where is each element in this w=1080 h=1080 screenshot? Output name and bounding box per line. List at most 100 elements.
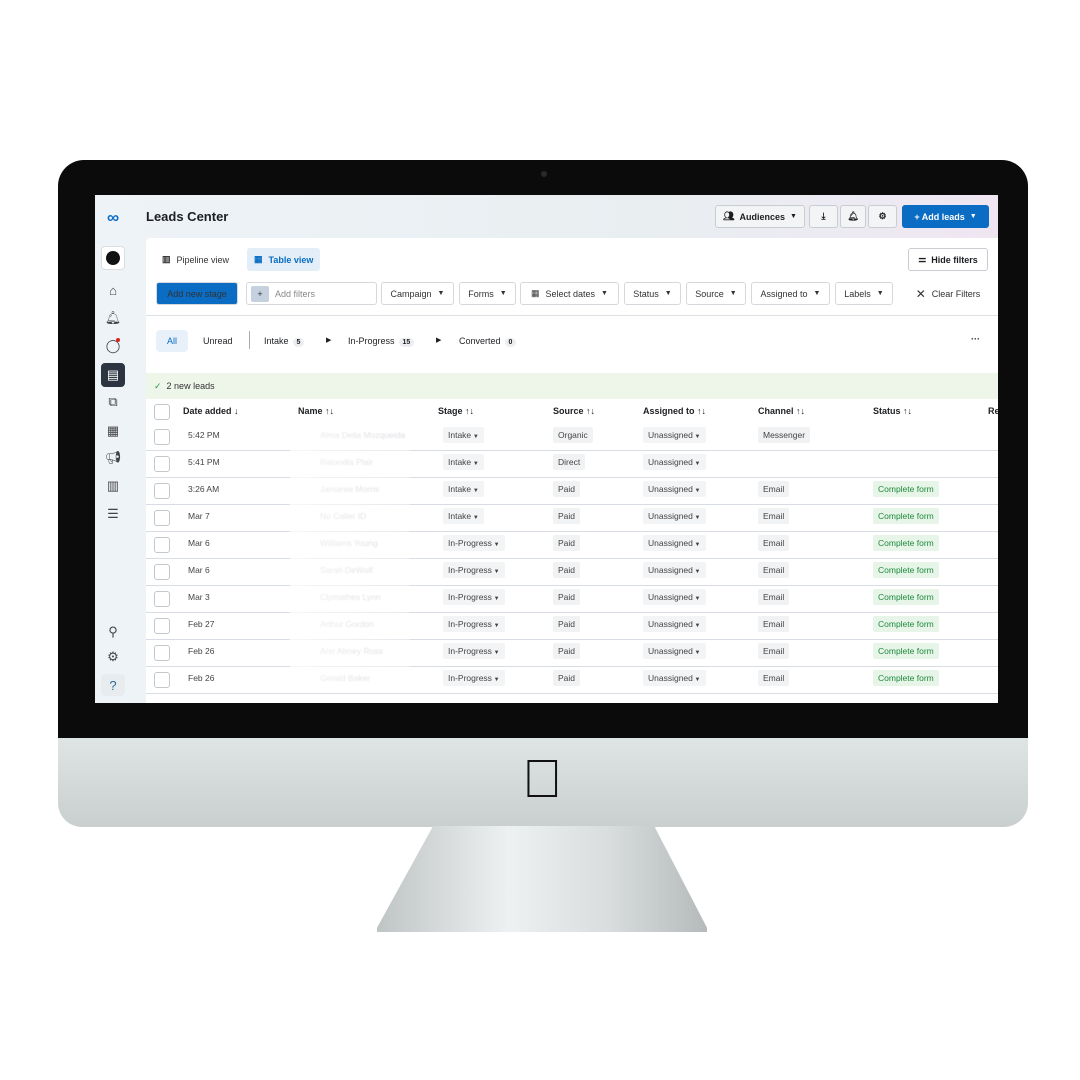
column-stage[interactable]: Stage ↑↓ (438, 406, 474, 416)
stage-select[interactable]: Intake (448, 511, 471, 521)
assigned-select[interactable]: Unassigned (648, 592, 693, 602)
column-name[interactable]: Name ↑↓ (298, 406, 334, 416)
lead-name[interactable]: No Caller ID (320, 511, 366, 521)
row-checkbox[interactable] (154, 672, 170, 688)
add-filters-input[interactable]: + Add filters (246, 282, 377, 305)
assigned-select[interactable]: Unassigned (648, 565, 693, 575)
notifications-button[interactable]: 🔔︎ (840, 205, 866, 228)
assigned-select[interactable]: Unassigned (648, 619, 693, 629)
table-row[interactable]: Feb 26 Ann Abney Ross In-Progress ▼ Paid Una… (146, 640, 998, 667)
row-checkbox[interactable] (154, 429, 170, 445)
stage-select[interactable]: Intake (448, 430, 471, 440)
assigned-to-filter[interactable]: Assigned to ▼ (751, 282, 830, 305)
select-all-checkbox[interactable] (154, 404, 170, 420)
table-row[interactable]: 3:26 AM Jamaree Morris Intake ▼ Paid Unassig… (146, 478, 998, 505)
column-channel[interactable]: Channel ↑↓ (758, 406, 805, 416)
stage-select[interactable]: In-Progress (448, 646, 492, 656)
table-row[interactable]: Mar 3 Clymathes Lynn In-Progress ▼ Paid Unas… (146, 586, 998, 613)
table-row[interactable]: Mar 6 Sarah DeWolf In-Progress ▼ Paid Unassi… (146, 559, 998, 586)
row-checkbox[interactable] (154, 456, 170, 472)
settings-button[interactable]: ⚙ (868, 205, 897, 228)
megaphone-icon[interactable]: 📢︎ (101, 447, 125, 469)
assigned-select[interactable]: Unassigned (648, 457, 693, 467)
forms-filter[interactable]: Forms ▼ (459, 282, 516, 305)
pages-icon[interactable]: ⧉ (101, 391, 125, 413)
chat-icon[interactable]: ◯ (101, 335, 125, 357)
table-row[interactable]: Mar 6 Williams Young In-Progress ▼ Paid Unas… (146, 532, 998, 559)
table-icon[interactable]: ▦ (101, 420, 125, 442)
lead-name[interactable]: Sarah DeWolf (320, 565, 373, 575)
column-date-added[interactable]: Date added ↓ (183, 406, 239, 416)
stage-select[interactable]: In-Progress (448, 619, 492, 629)
more-options-button[interactable]: ··· (971, 334, 980, 344)
search-icon[interactable]: ⚲ (101, 621, 125, 643)
tab-unread[interactable]: Unread (203, 336, 233, 346)
row-checkbox[interactable] (154, 564, 170, 580)
table-row[interactable]: 5:41 PM Ralondia Plair Intake ▼ Direct Unass… (146, 451, 998, 478)
column-source[interactable]: Source ↑↓ (553, 406, 595, 416)
source-tag-cell: Paid (553, 589, 581, 605)
table-row[interactable]: Feb 27 Arthur Gordon In-Progress ▼ Paid Unas… (146, 613, 998, 640)
lead-name[interactable]: Ralondia Plair (320, 457, 373, 467)
leads-icon[interactable]: ▤ (101, 363, 125, 387)
tab-in-progress[interactable]: In-Progress 15 (348, 336, 415, 347)
settings-icon[interactable]: ⚙ (101, 646, 125, 668)
assigned-select[interactable]: Unassigned (648, 511, 693, 521)
column-assigned-to[interactable]: Assigned to ↑↓ (643, 406, 706, 416)
tab-converted[interactable]: Converted 0 (459, 336, 517, 347)
lead-name[interactable]: Arthur Gordon (320, 619, 374, 629)
bell-icon[interactable]: 🔔︎ (101, 307, 125, 329)
stage-select[interactable]: In-Progress (448, 565, 492, 575)
labels-filter[interactable]: Labels ▼ (835, 282, 893, 305)
table-row[interactable]: Mar 7 No Caller ID Intake ▼ Paid Unassigned … (146, 505, 998, 532)
tab-all[interactable]: All (156, 330, 188, 352)
row-checkbox[interactable] (154, 618, 170, 634)
stage-select[interactable]: In-Progress (448, 673, 492, 683)
assigned-select[interactable]: Unassigned (648, 430, 693, 440)
account-avatar[interactable] (101, 246, 125, 270)
lead-name[interactable]: Jamaree Morris (320, 484, 379, 494)
table-view-tab[interactable]: ▦ Table view (247, 248, 321, 271)
table-row[interactable]: 5:42 PM Alma Delia Mozqueida Intake ▼ Organ… (146, 424, 998, 451)
row-checkbox[interactable] (154, 645, 170, 661)
stage-select[interactable]: Intake (448, 484, 471, 494)
row-checkbox[interactable] (154, 510, 170, 526)
table-row[interactable]: Feb 26 Gerald Baker In-Progress ▼ Paid Unass… (146, 667, 998, 694)
stage-select[interactable]: Intake (448, 457, 471, 467)
audiences-button[interactable]: 👥︎ Audiences ▼ (715, 205, 805, 228)
hide-filters-button[interactable]: ⚌ Hide filters (908, 248, 988, 271)
assigned-select[interactable]: Unassigned (648, 538, 693, 548)
status-filter[interactable]: Status ▼ (624, 282, 681, 305)
help-icon[interactable]: ? (101, 674, 125, 696)
column-status[interactable]: Status ↑↓ (873, 406, 912, 416)
assigned-select[interactable]: Unassigned (648, 673, 693, 683)
assigned-select[interactable]: Unassigned (648, 484, 693, 494)
pipeline-view-tab[interactable]: ▥ Pipeline view (156, 248, 235, 271)
menu-icon[interactable]: ☰ (101, 503, 125, 525)
add-new-stage-button[interactable]: Add new stage (156, 282, 238, 305)
lead-name[interactable]: Ann Abney Ross (320, 646, 383, 656)
home-icon[interactable]: ⌂ (101, 279, 125, 301)
campaign-filter[interactable]: Campaign ▼ (381, 282, 454, 305)
tab-intake[interactable]: Intake 5 (264, 336, 305, 347)
source-tag: Paid (553, 508, 581, 524)
meta-logo-icon[interactable]: ∞ (101, 207, 125, 229)
stage-select[interactable]: In-Progress (448, 592, 492, 602)
status-badge: Complete form (873, 670, 939, 686)
assigned-select[interactable]: Unassigned (648, 646, 693, 656)
lead-name[interactable]: Clymathes Lynn (320, 592, 381, 602)
lead-name[interactable]: Williams Young (320, 538, 378, 548)
row-checkbox[interactable] (154, 591, 170, 607)
row-checkbox[interactable] (154, 483, 170, 499)
add-leads-button[interactable]: + Add leads ▼ (902, 205, 989, 228)
download-button[interactable]: ⤓ (809, 205, 838, 228)
lead-name[interactable]: Alma Delia Mozqueida (320, 430, 405, 440)
column-re[interactable]: Re (988, 406, 998, 416)
row-checkbox[interactable] (154, 537, 170, 553)
lead-name[interactable]: Gerald Baker (320, 673, 370, 683)
chart-icon[interactable]: ▥ (101, 475, 125, 497)
source-filter[interactable]: Source ▼ (686, 282, 746, 305)
select-dates-filter[interactable]: ▦ Select dates ▼ (520, 282, 619, 305)
clear-filters-button[interactable]: ✕ Clear Filters (908, 282, 988, 305)
stage-select[interactable]: In-Progress (448, 538, 492, 548)
